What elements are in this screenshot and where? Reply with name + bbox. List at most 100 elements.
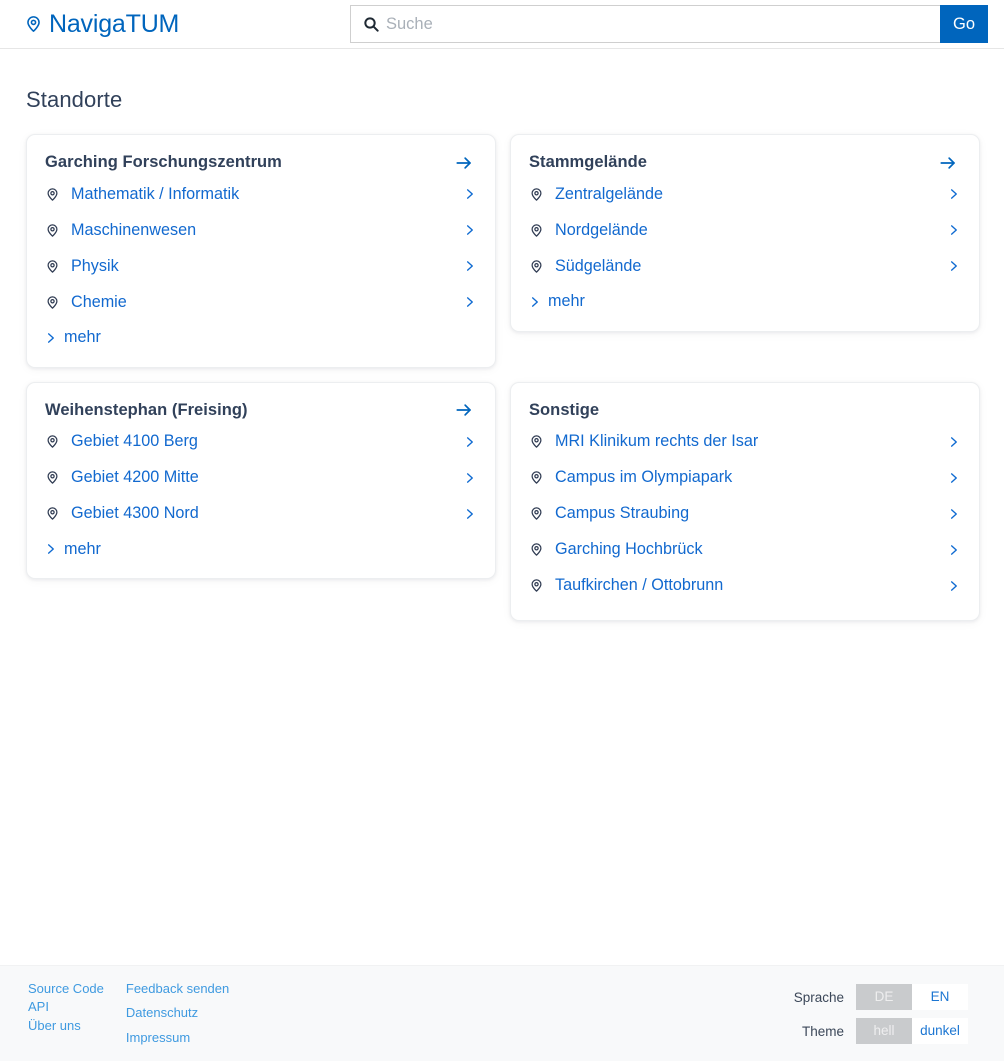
list-item-label: Campus im Olympiapark [555,468,733,486]
site-card-header-link[interactable]: Weihenstephan (Freising) [45,401,477,424]
list-item-label: Maschinenwesen [71,220,197,239]
chevron-right-icon [464,293,477,311]
show-more-link[interactable]: mehr [45,540,101,559]
language-toggle-group: DE EN [856,984,968,1010]
site-card-title: Garching Forschungszentrum [45,153,282,171]
show-more-link[interactable]: mehr [529,292,585,311]
map-pin-icon [529,185,555,204]
map-pin-icon [45,257,71,276]
map-pin-icon [45,221,71,240]
chevron-right-icon [45,330,56,346]
footer-link-about-us[interactable]: Über uns [28,1018,104,1033]
site-card: Sonstige MRI Klinikum rechts der Isar Ca… [510,381,980,621]
footer-link-api[interactable]: API [28,999,104,1014]
chevron-right-icon [948,257,961,275]
list-item[interactable]: Gebiet 4300 Nord [45,496,477,532]
search-field[interactable] [350,5,940,43]
sites-grid: Garching Forschungszentrum Mathematik / … [16,113,988,621]
chevron-right-icon [948,433,961,451]
list-item[interactable]: Campus Straubing [529,496,961,532]
site-card-title: Weihenstephan (Freising) [45,400,248,419]
site-footer: Source Code API Über uns Feedback senden… [0,965,1004,1061]
footer-link-source-code[interactable]: Source Code [28,981,104,996]
list-item[interactable]: Physik [45,248,477,284]
search-go-button[interactable]: Go [940,5,988,43]
chevron-right-icon [948,185,961,203]
page-title: Standorte [26,87,123,112]
site-card: Stammgelände Zentralgelände Nordgelände … [510,134,980,332]
list-item[interactable]: Maschinenwesen [45,212,477,248]
list-item-label: Garching Hochbrück [555,540,703,558]
list-item[interactable]: Garching Hochbrück [529,532,961,568]
list-item[interactable]: Campus im Olympiapark [529,460,961,496]
footer-link-feedback[interactable]: Feedback senden [126,981,229,996]
list-item[interactable]: Zentralgelände [529,176,961,212]
map-pin-icon [45,504,71,523]
footer-column-1: Source Code API Über uns [28,981,104,1045]
site-card-header-link[interactable]: Garching Forschungszentrum [45,153,477,176]
list-item[interactable]: Chemie [45,284,477,320]
theme-setting: Theme hell dunkel [794,1018,968,1044]
show-more-label: mehr [548,292,585,310]
arrow-right-icon [453,154,477,172]
map-pin-icon [529,576,555,595]
footer-link-privacy[interactable]: Datenschutz [126,1005,229,1020]
map-pin-icon [529,432,555,451]
site-card-list: Mathematik / Informatik Maschinenwesen P… [45,176,477,320]
footer-link-imprint[interactable]: Impressum [126,1030,229,1045]
list-item[interactable]: Nordgelände [529,212,961,248]
chevron-right-icon [464,505,477,523]
list-item-label: Gebiet 4300 Nord [71,504,199,522]
footer-links: Source Code API Über uns Feedback senden… [28,981,229,1045]
list-item[interactable]: Mathematik / Informatik [45,176,477,212]
footer-column-2: Feedback senden Datenschutz Impressum [126,981,229,1045]
chevron-right-icon [464,185,477,203]
list-item-label: Mathematik / Informatik [71,184,240,203]
list-item-label: Gebiet 4100 Berg [71,432,198,450]
map-pin-icon [529,468,555,487]
theme-option-light[interactable]: hell [856,1018,912,1044]
site-card: Garching Forschungszentrum Mathematik / … [26,134,496,368]
language-option-de[interactable]: DE [856,984,912,1010]
list-item-label: Campus Straubing [555,504,690,522]
site-card-list: Zentralgelände Nordgelände Südgelände [529,176,961,284]
site-card-list: Gebiet 4100 Berg Gebiet 4200 Mitte Gebie… [45,424,477,532]
arrow-right-icon [453,401,477,419]
map-pin-icon [45,432,71,451]
search-icon [363,16,386,32]
site-card-title: Stammgelände [529,153,647,171]
site-header: NavigaTUM Go [0,0,1004,49]
main-content: Standorte Garching Forschungszentrum Mat… [0,49,1004,621]
chevron-right-icon [464,221,477,239]
brand-logo-link[interactable]: NavigaTUM [24,9,180,38]
map-pin-icon [529,540,555,559]
list-item[interactable]: MRI Klinikum rechts der Isar [529,424,961,460]
chevron-right-icon [948,577,961,595]
arrow-right-icon [937,401,961,419]
show-more-label: mehr [64,539,101,558]
site-card-header-link[interactable]: Sonstige [529,401,961,424]
show-more-link[interactable]: mehr [45,328,101,347]
brand-name: NavigaTUM [49,9,180,38]
footer-settings: Sprache DE EN Theme hell dunkel [794,982,984,1044]
site-card-header-link[interactable]: Stammgelände [529,153,961,176]
search-bar: Go [350,5,988,43]
site-card: Weihenstephan (Freising) Gebiet 4100 Ber… [26,381,496,579]
list-item[interactable]: Gebiet 4200 Mitte [45,460,477,496]
list-item[interactable]: Taufkirchen / Ottobrunn [529,568,961,604]
language-label: Sprache [793,989,844,1005]
search-input[interactable] [386,6,930,42]
list-item-label: Physik [71,256,119,275]
list-item[interactable]: Südgelände [529,248,961,284]
theme-option-dark[interactable]: dunkel [912,1018,968,1044]
list-item-label: Gebiet 4200 Mitte [71,468,199,486]
map-pin-icon [529,504,555,523]
chevron-right-icon [948,469,961,487]
chevron-right-icon [948,221,961,239]
list-item[interactable]: Gebiet 4100 Berg [45,424,477,460]
chevron-right-icon [45,541,56,557]
language-option-en[interactable]: EN [912,984,968,1010]
map-pin-icon [529,221,555,240]
site-card-list: MRI Klinikum rechts der Isar Campus im O… [529,424,961,604]
list-item-label: Nordgelände [555,220,648,239]
